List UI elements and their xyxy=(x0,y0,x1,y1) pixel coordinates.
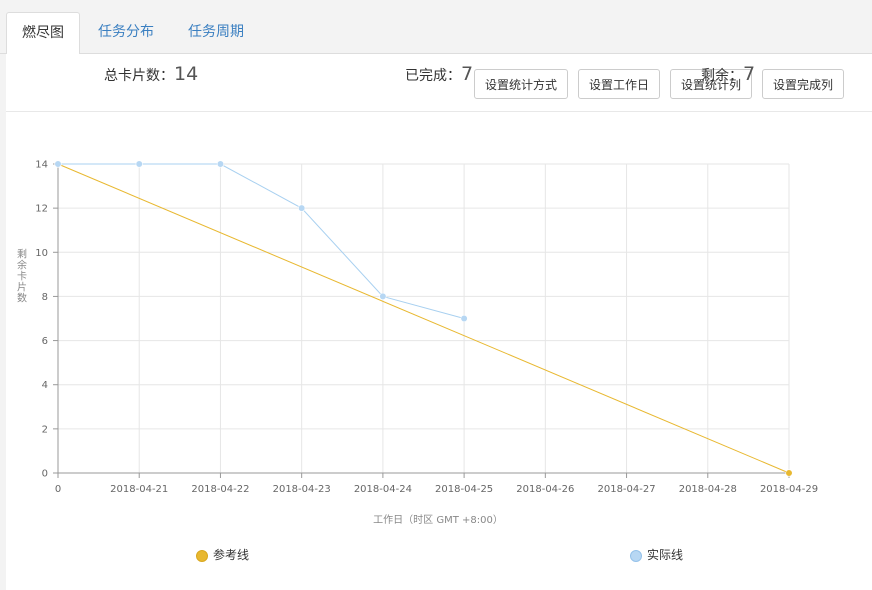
y-tick-label: 6 xyxy=(42,336,48,347)
x-tick-label: 2018-04-28 xyxy=(679,484,737,495)
x-tick-label: 0 xyxy=(55,484,61,495)
y-tick-label: 4 xyxy=(42,380,48,391)
actual-point xyxy=(298,204,306,212)
legend-actual-swatch xyxy=(630,549,642,562)
y-axis-label-char: 卡 xyxy=(17,270,27,283)
x-tick-label: 2018-04-23 xyxy=(273,484,331,495)
reference-point xyxy=(785,469,793,477)
x-tick-labels: 0 2018-04-21 2018-04-22 2018-04-23 2018-04-2… xyxy=(55,484,818,495)
x-tick-label: 2018-04-22 xyxy=(191,484,249,495)
actual-point xyxy=(135,160,143,168)
y-tick-label: 14 xyxy=(35,160,48,171)
y-axis-label-char: 片 xyxy=(17,281,27,294)
actual-point xyxy=(216,160,225,168)
y-tick-label: 10 xyxy=(35,248,48,259)
y-tick-label: 2 xyxy=(42,424,48,435)
legend-reference[interactable]: 参考线 xyxy=(196,547,249,563)
x-tick-label: 2018-04-27 xyxy=(597,484,655,495)
x-tick-label: 2018-04-29 xyxy=(760,484,818,495)
actual-point xyxy=(54,160,62,168)
x-tick-label: 2018-04-25 xyxy=(435,484,493,495)
y-tick-label: 0 xyxy=(42,469,48,480)
y-axis-label-char: 数 xyxy=(17,292,27,305)
legend-actual[interactable]: 实际线 xyxy=(630,547,683,563)
x-tick-label: 2018-04-21 xyxy=(110,484,168,495)
y-tick-labels: 0 2 4 6 8 10 12 14 xyxy=(35,160,48,480)
legend-actual-label: 实际线 xyxy=(647,548,684,562)
x-tick-label: 2018-04-24 xyxy=(354,484,412,495)
x-tick-label: 2018-04-26 xyxy=(516,484,574,495)
actual-line xyxy=(58,163,465,319)
legend-reference-swatch xyxy=(196,549,208,562)
y-tick-label: 12 xyxy=(35,204,48,215)
y-axis-label-char: 余 xyxy=(17,259,27,272)
legend-reference-label: 参考线 xyxy=(213,548,250,562)
burndown-chart: 0 2 4 6 8 10 12 14 0 2018-04-21 2018-04-22 2018-04… xyxy=(17,160,818,527)
y-tick-label: 8 xyxy=(42,292,48,303)
chart-axes xyxy=(53,163,790,478)
x-axis-label: 工作日（时区 GMT +8:00） xyxy=(373,514,503,526)
y-axis-label: 剩余卡片数 xyxy=(17,248,27,305)
reference-line xyxy=(57,163,790,474)
y-axis-label-char: 剩 xyxy=(17,248,27,261)
actual-point xyxy=(460,314,468,323)
actual-point xyxy=(379,292,387,301)
